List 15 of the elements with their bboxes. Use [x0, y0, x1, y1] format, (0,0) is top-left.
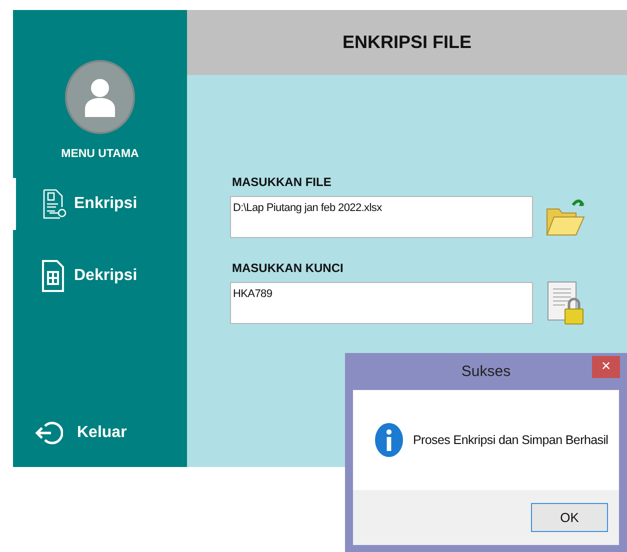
sidebar-item[interactable]: Dekripsi — [13, 250, 187, 302]
menu-heading: MENU UTAMA — [61, 148, 139, 160]
close-button[interactable]: × — [592, 356, 620, 378]
locked-document-icon[interactable] — [545, 281, 585, 325]
logout-icon — [35, 420, 63, 446]
ok-button[interactable]: OK — [531, 503, 608, 532]
page-title: ENKRIPSI FILE — [342, 32, 472, 53]
exit-button[interactable]: Keluar — [13, 419, 187, 447]
input-field[interactable]: D:\Lap Piutang jan feb 2022.xlsx — [230, 196, 533, 238]
input-field[interactable]: HKA789 — [230, 282, 533, 324]
dialog-title: Sukses — [461, 363, 511, 380]
field-label: MASUKKAN FILE — [232, 175, 332, 189]
field-label: MASUKKAN KUNCI — [232, 261, 344, 275]
dialog-message: Proses Enkripsi dan Simpan Berhasil — [413, 433, 608, 447]
info-icon — [375, 423, 403, 457]
